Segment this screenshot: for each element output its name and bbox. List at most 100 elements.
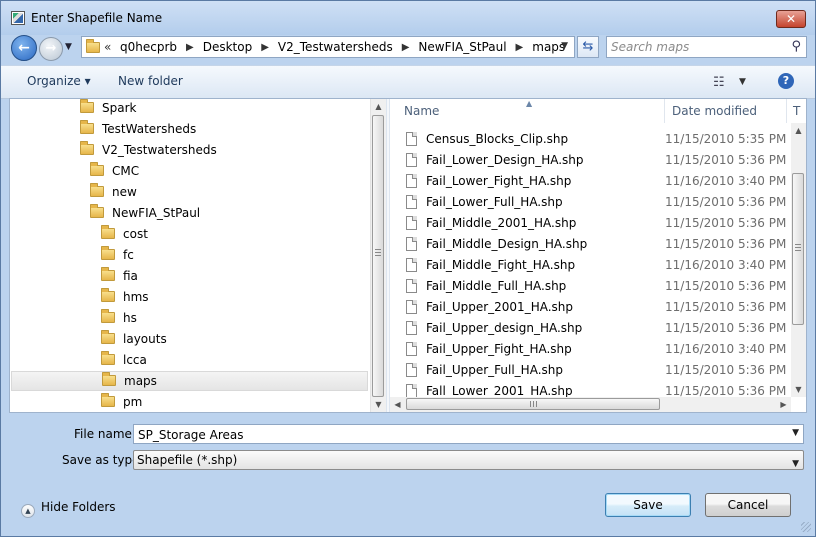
tree-item[interactable]: NewFIA_StPaul [90, 203, 200, 223]
file-scroll-thumb[interactable] [792, 173, 804, 325]
folder-icon [80, 120, 94, 134]
file-icon [406, 300, 417, 314]
forward-button[interactable]: → [39, 37, 63, 61]
column-header-type[interactable]: T [787, 99, 806, 123]
scroll-up-icon[interactable]: ▲ [791, 123, 806, 138]
resize-grip-icon[interactable] [801, 522, 811, 532]
tree-item[interactable]: cost [101, 224, 148, 244]
file-date: 11/15/2010 5:36 PM [665, 279, 787, 293]
back-button[interactable]: ← [11, 35, 37, 61]
file-row[interactable]: Fail_Lower_Design_HA.shp 11/15/2010 5:36 … [406, 150, 806, 171]
help-icon[interactable]: ? [778, 73, 794, 89]
search-box[interactable]: ⚲ [606, 36, 807, 58]
breadcrumb-separator-icon[interactable]: ▶ [261, 40, 269, 55]
tree-item[interactable]: V2_Testwatersheds [80, 140, 217, 160]
folder-icon [102, 372, 116, 386]
scroll-down-icon[interactable]: ▼ [371, 397, 386, 412]
tree-item[interactable]: fia [101, 266, 138, 286]
file-name: Fail_Middle_2001_HA.shp [426, 216, 577, 230]
tree-item-label: pm [123, 395, 143, 409]
file-row[interactable]: Fail_Upper_2001_HA.shp 11/15/2010 5:36 PM… [406, 297, 806, 318]
tree-item[interactable]: fc [101, 245, 134, 265]
file-row[interactable]: Fail_Upper_Fight_HA.shp 11/16/2010 3:40 P… [406, 339, 806, 360]
tree-item[interactable]: layouts [101, 329, 167, 349]
file-row[interactable]: Fail_Lower_Fight_HA.shp 11/16/2010 3:40 P… [406, 171, 806, 192]
hide-folders-label: Hide Folders [41, 500, 116, 514]
scroll-left-icon[interactable]: ◀ [390, 397, 405, 412]
cancel-button[interactable]: Cancel [705, 493, 791, 517]
tree-item[interactable]: new [90, 182, 137, 202]
close-button[interactable]: ✕ [776, 10, 806, 28]
view-options-icon[interactable]: ☷ [713, 75, 725, 90]
file-row[interactable]: Census_Blocks_Clip.shp 11/15/2010 5:35 PM… [406, 129, 806, 150]
tree-item[interactable]: lcca [101, 350, 147, 370]
column-header-name[interactable]: ▲ Name [390, 99, 665, 123]
breadcrumb-item[interactable]: q0hecprb [120, 40, 177, 55]
file-date: 11/15/2010 5:36 PM [665, 300, 787, 314]
refresh-button[interactable]: ⇆ [577, 36, 599, 58]
file-date: 11/16/2010 3:40 PM [665, 342, 787, 356]
breadcrumb-separator-icon[interactable]: ▶ [402, 40, 410, 55]
tree-item-label: NewFIA_StPaul [112, 206, 201, 220]
app-icon [11, 11, 25, 25]
tree-item-label: Spark [102, 101, 137, 115]
breadcrumb-item[interactable]: V2_Testwatersheds [278, 40, 393, 55]
scroll-up-icon[interactable]: ▲ [371, 99, 386, 114]
file-name-input[interactable] [138, 427, 778, 442]
file-list-hscrollbar[interactable]: ◀ ▶ [390, 397, 791, 412]
breadcrumb-separator-icon[interactable]: ▶ [516, 40, 524, 55]
scroll-right-icon[interactable]: ▶ [776, 397, 791, 412]
save-button[interactable]: Save [605, 493, 691, 517]
organize-button[interactable]: Organize ▾ [27, 74, 91, 88]
save-as-type-select[interactable]: Shapefile (*.shp) ▼ [133, 450, 804, 470]
tree-item[interactable]: CMC [90, 161, 139, 181]
tree-item[interactable]: hms [101, 287, 149, 307]
file-name-combo[interactable]: ▼ [133, 424, 804, 444]
new-folder-button[interactable]: New folder [118, 74, 183, 88]
search-icon[interactable]: ⚲ [791, 39, 801, 54]
address-dropdown-icon[interactable]: ▼ [561, 41, 568, 51]
file-row[interactable]: Fail_Upper_Full_HA.shp 11/15/2010 5:36 PM… [406, 360, 806, 381]
folder-icon [101, 246, 115, 260]
file-date: 11/15/2010 5:36 PM [665, 237, 787, 251]
folder-icon [101, 288, 115, 302]
tree-item-label: hs [123, 311, 137, 325]
file-list-scrollbar[interactable]: ▲ ▼ [791, 123, 806, 397]
breadcrumb-overflow[interactable]: « [104, 40, 111, 54]
file-icon [406, 258, 417, 272]
scroll-down-icon[interactable]: ▼ [791, 382, 806, 397]
file-row[interactable]: Fail_Middle_2001_HA.shp 11/15/2010 5:36 P… [406, 213, 806, 234]
file-row[interactable]: Fail_Middle_Fight_HA.shp 11/16/2010 3:40 … [406, 255, 806, 276]
tree-item[interactable]: TestWatersheds [80, 119, 196, 139]
file-row[interactable]: Fail_Middle_Full_HA.shp 11/15/2010 5:36 P… [406, 276, 806, 297]
breadcrumb-item[interactable]: NewFIA_StPaul [418, 40, 506, 55]
folder-icon [101, 351, 115, 365]
file-name-label: File name: [74, 427, 136, 441]
tree-scroll-thumb[interactable] [372, 115, 384, 397]
file-row[interactable]: Fail_Upper_design_HA.shp 11/15/2010 5:36 … [406, 318, 806, 339]
tree-item-label: lcca [123, 353, 147, 367]
view-dropdown-icon[interactable]: ▼ [739, 77, 746, 87]
breadcrumb-separator-icon[interactable]: ▶ [186, 40, 194, 55]
title-bar[interactable]: Enter Shapefile Name ✕ [1, 1, 815, 35]
tree-scrollbar[interactable]: ▲ ▼ [370, 99, 386, 412]
chevron-up-icon: ▲ [21, 504, 35, 518]
file-hscroll-thumb[interactable] [406, 398, 660, 410]
file-row[interactable]: Fail_Middle_Design_HA.shp 11/15/2010 5:36… [406, 234, 806, 255]
tree-item[interactable]: Spark [80, 99, 136, 118]
chevron-down-icon: ▼ [792, 459, 799, 469]
hide-folders-button[interactable]: ▲ Hide Folders [21, 500, 116, 518]
breadcrumb-item[interactable]: Desktop [203, 40, 253, 55]
tree-item[interactable]: pm [101, 392, 142, 412]
file-name: Fail_Lower_Design_HA.shp [426, 153, 584, 167]
address-bar[interactable]: « q0hecprb ▶ Desktop ▶ V2_Testwatersheds… [81, 36, 575, 58]
search-input[interactable] [611, 39, 781, 55]
file-row[interactable]: Fail_Lower_Full_HA.shp 11/15/2010 5:36 PM… [406, 192, 806, 213]
tree-item[interactable]: hs [101, 308, 137, 328]
tree-item[interactable]: maps [11, 371, 368, 391]
file-name: Fail_Upper_Fight_HA.shp [426, 342, 572, 356]
file-date: 11/15/2010 5:36 PM [665, 363, 787, 377]
recent-pages-dropdown[interactable]: ▼ [65, 42, 72, 52]
file-name-dropdown-icon[interactable]: ▼ [792, 428, 799, 438]
column-header-date[interactable]: Date modified [665, 99, 787, 123]
